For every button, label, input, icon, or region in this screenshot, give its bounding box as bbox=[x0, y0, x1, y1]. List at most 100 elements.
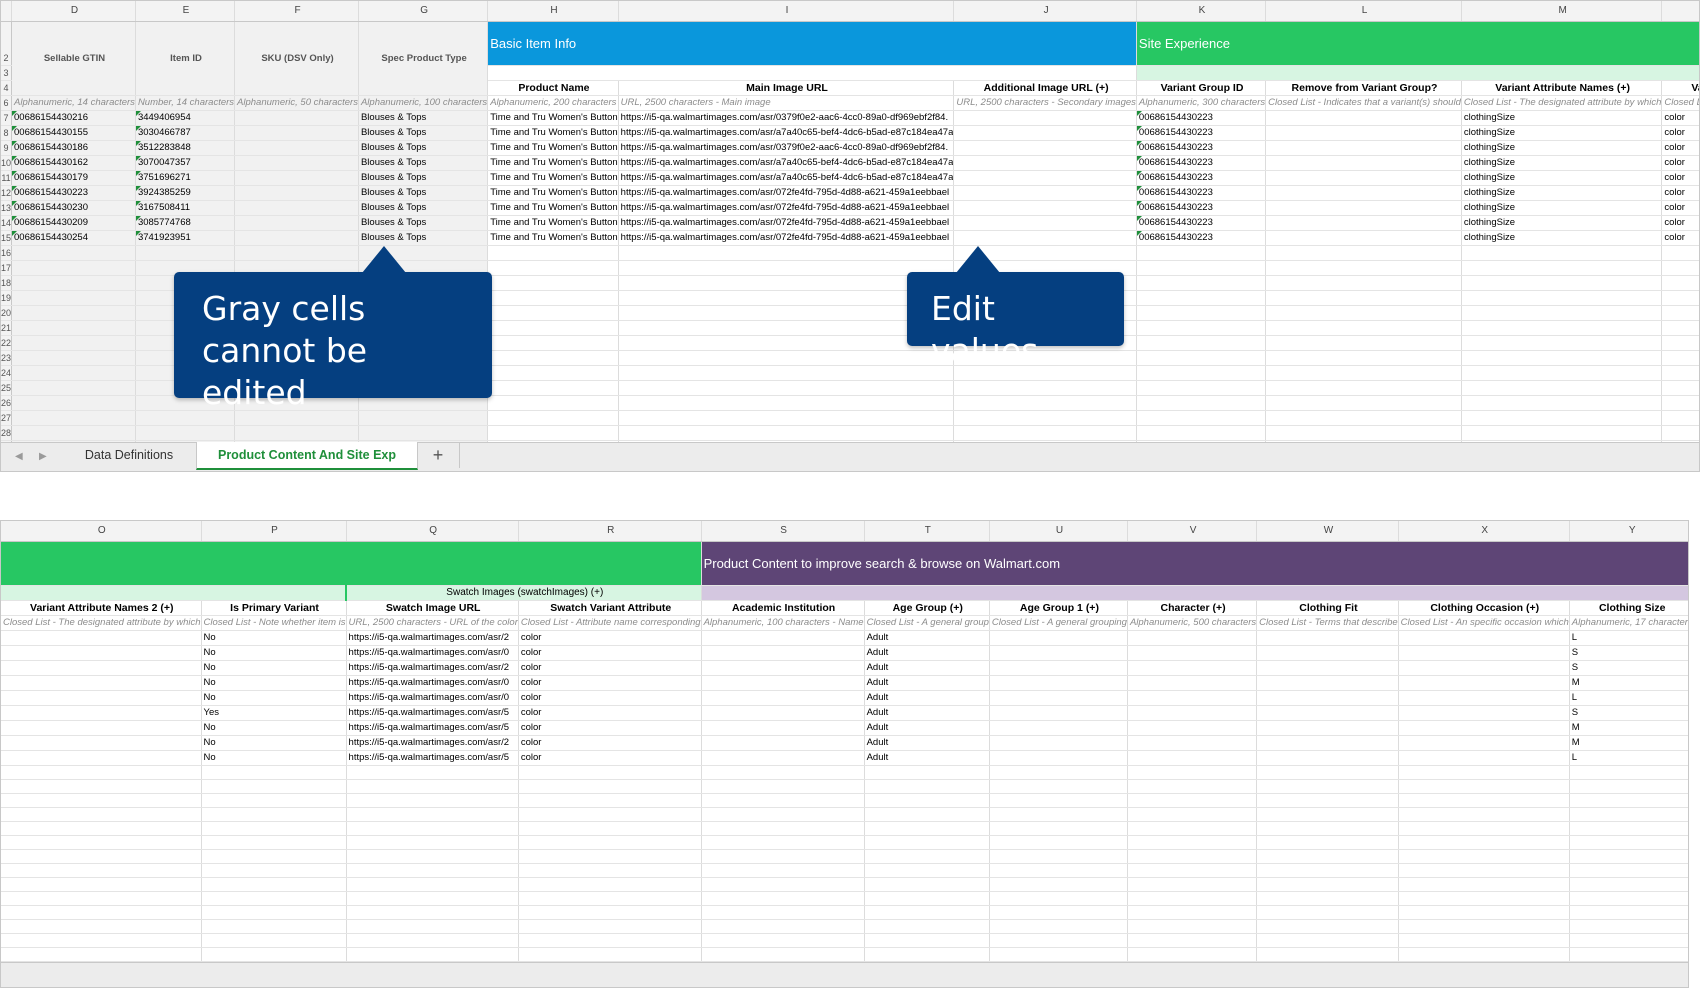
cell[interactable] bbox=[1, 933, 202, 948]
header-age-group-1[interactable]: Age Group 1 (+) bbox=[989, 600, 1128, 616]
cell[interactable] bbox=[201, 933, 347, 948]
column-header[interactable]: O bbox=[1, 521, 202, 542]
cell[interactable] bbox=[1127, 947, 1258, 962]
group-header-product-content[interactable]: Product Content to improve search & brow… bbox=[701, 541, 1688, 586]
cell[interactable] bbox=[1398, 933, 1570, 948]
cell[interactable] bbox=[1661, 365, 1699, 381]
cell[interactable]: color bbox=[1661, 200, 1699, 216]
cell[interactable] bbox=[1661, 320, 1699, 336]
cell[interactable] bbox=[1569, 877, 1688, 892]
cell[interactable] bbox=[1265, 140, 1462, 156]
cell[interactable] bbox=[11, 410, 136, 426]
cell[interactable] bbox=[989, 675, 1128, 691]
cell[interactable] bbox=[989, 807, 1128, 822]
cell[interactable]: Time and Tru Women's Button bbox=[487, 200, 619, 216]
cell[interactable] bbox=[1, 690, 202, 706]
cell[interactable] bbox=[1461, 320, 1663, 336]
description-cell[interactable]: Alphanumeric, 200 characters bbox=[487, 95, 619, 111]
cell[interactable]: 3741923951 bbox=[135, 230, 236, 246]
add-sheet-button[interactable]: + bbox=[417, 442, 460, 468]
cell[interactable] bbox=[1127, 807, 1258, 822]
cell[interactable]: No bbox=[201, 675, 347, 691]
cell[interactable] bbox=[989, 947, 1128, 962]
tab-product-content-and-site-exp[interactable]: Product Content And Site Exp bbox=[196, 442, 418, 470]
description-cell[interactable]: URL, 2500 characters - URL of the color bbox=[346, 615, 519, 631]
cell[interactable] bbox=[1398, 660, 1570, 676]
cell[interactable]: Time and Tru Women's Button bbox=[487, 155, 619, 171]
header-remove-from-variant-group[interactable]: Remove from Variant Group? bbox=[1265, 80, 1462, 96]
row-number[interactable]: 11 bbox=[1, 170, 12, 186]
column-header[interactable]: N bbox=[1661, 1, 1699, 22]
cell[interactable] bbox=[701, 877, 865, 892]
cell[interactable] bbox=[1127, 863, 1258, 878]
cell[interactable] bbox=[1256, 821, 1399, 836]
cell[interactable]: https://i5-qa.walmartimages.com/asr/0379… bbox=[618, 110, 955, 126]
row-number[interactable]: 6 bbox=[1, 95, 12, 111]
group-header-basic-item-info[interactable]: Basic Item Info bbox=[487, 21, 1137, 66]
cell[interactable] bbox=[346, 779, 519, 794]
cell[interactable] bbox=[487, 410, 619, 426]
description-cell[interactable]: Number, 14 characters bbox=[135, 95, 236, 111]
cell[interactable] bbox=[1127, 765, 1258, 780]
cell[interactable] bbox=[358, 410, 489, 426]
subgroup-cell[interactable] bbox=[701, 585, 1688, 601]
cell[interactable] bbox=[1265, 335, 1462, 351]
cell[interactable]: 00686154430209 bbox=[11, 215, 136, 231]
cell[interactable] bbox=[1265, 380, 1462, 396]
cell[interactable] bbox=[618, 275, 955, 291]
cell[interactable] bbox=[989, 720, 1128, 736]
cell[interactable] bbox=[1265, 215, 1462, 231]
cell[interactable] bbox=[1, 863, 202, 878]
cell[interactable]: Time and Tru Women's Button bbox=[487, 110, 619, 126]
column-header[interactable]: V bbox=[1127, 521, 1258, 542]
cell[interactable] bbox=[518, 779, 702, 794]
horizontal-scrollbar[interactable] bbox=[1, 962, 1688, 987]
cell[interactable] bbox=[1256, 720, 1399, 736]
cell[interactable] bbox=[989, 821, 1128, 836]
cell[interactable] bbox=[618, 335, 955, 351]
cell[interactable] bbox=[11, 350, 136, 366]
cell[interactable] bbox=[1265, 290, 1462, 306]
cell[interactable] bbox=[1256, 675, 1399, 691]
description-cell[interactable]: URL, 2500 characters - Main image bbox=[618, 95, 955, 111]
cell[interactable] bbox=[518, 905, 702, 920]
cell[interactable]: 00686154430162 bbox=[11, 155, 136, 171]
cell[interactable] bbox=[1398, 891, 1570, 906]
cell[interactable] bbox=[346, 877, 519, 892]
cell[interactable]: Adult bbox=[864, 705, 990, 721]
cell[interactable] bbox=[1136, 395, 1267, 411]
cell[interactable] bbox=[989, 891, 1128, 906]
cell[interactable] bbox=[1, 735, 202, 751]
header-main-image-url[interactable]: Main Image URL bbox=[618, 80, 955, 96]
cell[interactable] bbox=[518, 863, 702, 878]
header-clothing-occasion[interactable]: Clothing Occasion (+) bbox=[1398, 600, 1570, 616]
cell[interactable]: 00686154430223 bbox=[1136, 170, 1267, 186]
cell[interactable] bbox=[953, 425, 1137, 441]
cell[interactable] bbox=[953, 110, 1137, 126]
cell[interactable]: https://i5-qa.walmartimages.com/asr/5 bbox=[346, 720, 519, 736]
cell[interactable] bbox=[1136, 350, 1267, 366]
header-variant-attribute-names-2[interactable]: Variant Attribute Names 2 (+) bbox=[1, 600, 202, 616]
cell[interactable]: color bbox=[1661, 230, 1699, 246]
cell[interactable] bbox=[1127, 705, 1258, 721]
cell[interactable] bbox=[1265, 395, 1462, 411]
cell[interactable] bbox=[1569, 863, 1688, 878]
cell[interactable] bbox=[953, 230, 1137, 246]
cell[interactable] bbox=[989, 630, 1128, 646]
cell[interactable] bbox=[1127, 835, 1258, 850]
cell[interactable] bbox=[989, 735, 1128, 751]
row-number[interactable]: 27 bbox=[1, 410, 12, 426]
cell[interactable] bbox=[487, 365, 619, 381]
cell[interactable]: No bbox=[201, 645, 347, 661]
cell[interactable] bbox=[701, 807, 865, 822]
cell[interactable] bbox=[1569, 835, 1688, 850]
cell[interactable]: https://i5-qa.walmartimages.com/asr/2 bbox=[346, 630, 519, 646]
cell[interactable]: No bbox=[201, 750, 347, 766]
cell[interactable] bbox=[1265, 200, 1462, 216]
cell[interactable] bbox=[346, 835, 519, 850]
cell[interactable] bbox=[1136, 305, 1267, 321]
header-spec-product-type[interactable]: Spec Product Type bbox=[358, 21, 489, 96]
cell[interactable]: color bbox=[518, 675, 702, 691]
cell[interactable] bbox=[989, 660, 1128, 676]
column-header[interactable]: L bbox=[1265, 1, 1462, 22]
